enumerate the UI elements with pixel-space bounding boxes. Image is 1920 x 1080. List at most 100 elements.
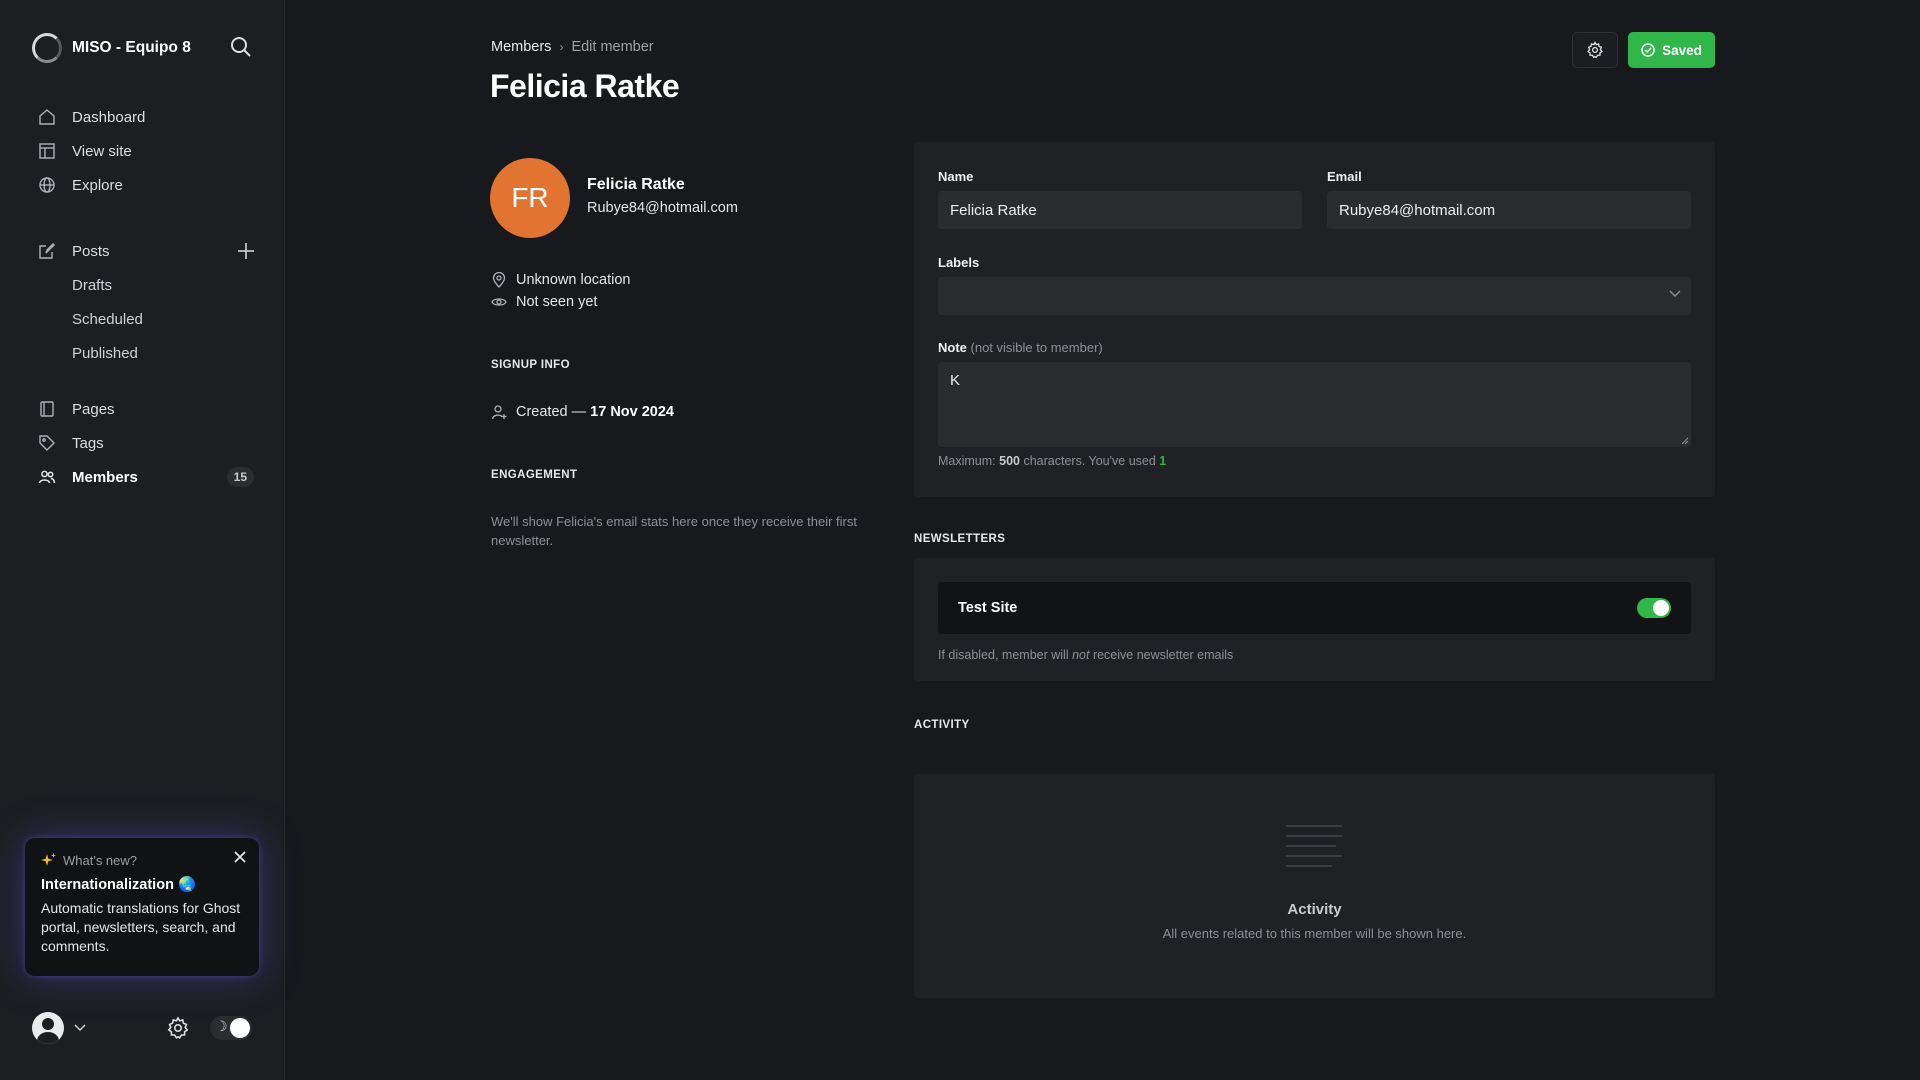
- site-title: MISO - Equipo 8: [72, 39, 191, 56]
- email-input[interactable]: Rubye84@hotmail.com: [1327, 191, 1691, 229]
- created-prefix: Created —: [516, 404, 591, 420]
- member-location-text: Unknown location: [516, 272, 631, 288]
- home-icon: [36, 106, 58, 128]
- engagement-text: We'll show Felicia's email stats here on…: [491, 514, 857, 548]
- nav-view-site-label: View site: [72, 142, 132, 160]
- new-post-plus-icon[interactable]: [236, 241, 256, 261]
- member-form-panel: Name Felicia Ratke Email Rubye84@hotmail…: [914, 142, 1715, 497]
- edit-icon: [36, 240, 58, 262]
- main-nav: Dashboard View site Explore Posts Drafts: [36, 100, 256, 494]
- chevron-right-icon: ›: [559, 40, 564, 54]
- note-label-muted: (not visible to member): [970, 340, 1103, 355]
- created-date: 17 Nov 2024: [590, 404, 674, 420]
- name-input[interactable]: Felicia Ratke: [938, 191, 1302, 229]
- nl-hint-prefix: If disabled, member will: [938, 648, 1073, 662]
- activity-heading: ACTIVITY: [914, 719, 970, 731]
- whats-new-title: Internationalization 🌏: [41, 877, 197, 893]
- sidebar: MISO - Equipo 8 Dashboard View site Expl…: [0, 0, 285, 1080]
- nav-dashboard-label: Dashboard: [72, 108, 146, 126]
- nav-members-label: Members: [72, 468, 138, 486]
- email-input-value: Rubye84@hotmail.com: [1339, 201, 1496, 219]
- newsletters-panel: Test Site If disabled, member will not r…: [914, 558, 1715, 681]
- nav-scheduled[interactable]: Scheduled: [36, 302, 256, 336]
- nav-view-site[interactable]: View site: [36, 134, 256, 168]
- site-logo-icon: [32, 33, 62, 63]
- whats-new-label: What's new?: [63, 852, 138, 868]
- member-settings-button[interactable]: [1572, 32, 1618, 68]
- note-textarea[interactable]: K: [938, 362, 1691, 447]
- breadcrumb-members-link[interactable]: Members: [491, 39, 551, 55]
- saved-label: Saved: [1662, 42, 1702, 58]
- gear-icon[interactable]: [166, 1016, 190, 1040]
- activity-panel: Activity All events related to this memb…: [914, 774, 1715, 998]
- nav-dashboard[interactable]: Dashboard: [36, 100, 256, 134]
- name-label: Name: [938, 169, 974, 184]
- members-count-badge: 15: [226, 467, 254, 487]
- nav-tags-label: Tags: [72, 434, 104, 452]
- activity-list-icon: [1286, 825, 1342, 867]
- check-circle-icon: [1641, 43, 1655, 57]
- newsletter-name: Test Site: [958, 600, 1018, 616]
- nav-pages-label: Pages: [72, 400, 115, 418]
- member-name: Felicia Ratke: [587, 176, 685, 193]
- nav-tags[interactable]: Tags: [36, 426, 256, 460]
- hint-max: 500: [999, 454, 1020, 468]
- labels-label: Labels: [938, 255, 980, 270]
- nav-explore[interactable]: Explore: [36, 168, 256, 202]
- search-icon[interactable]: [230, 36, 252, 58]
- nav-posts[interactable]: Posts: [36, 234, 256, 268]
- close-icon[interactable]: [233, 850, 247, 864]
- saved-button[interactable]: Saved: [1628, 32, 1715, 68]
- whats-new-card[interactable]: What's new? Internationalization 🌏 Autom…: [25, 838, 259, 976]
- member-avatar: FR: [490, 158, 570, 238]
- hint-mid: characters. You've used: [1019, 454, 1160, 468]
- hint-used: 1: [1159, 454, 1167, 468]
- labels-select[interactable]: [938, 277, 1691, 315]
- newsletters-heading: NEWSLETTERS: [914, 533, 1006, 545]
- gear-icon: [1587, 41, 1603, 59]
- chevron-down-icon[interactable]: [74, 1024, 86, 1032]
- engagement-heading: ENGAGEMENT: [491, 469, 578, 481]
- user-plus-icon: [491, 405, 507, 420]
- member-email: Rubye84@hotmail.com: [587, 200, 738, 216]
- note-label: Note (not visible to member): [938, 340, 1103, 355]
- nav-published-label: Published: [72, 344, 138, 362]
- chevron-down-icon: [1669, 290, 1681, 297]
- member-last-seen-text: Not seen yet: [516, 294, 598, 310]
- members-icon: [36, 466, 58, 488]
- nav-scheduled-label: Scheduled: [72, 310, 143, 328]
- nl-hint-suffix: receive newsletter emails: [1089, 648, 1234, 662]
- page-title: Felicia Ratke: [490, 68, 680, 104]
- sparkle-icon: [41, 853, 56, 866]
- newsletter-hint: If disabled, member will not receive new…: [938, 648, 1233, 662]
- nav-explore-label: Explore: [72, 176, 123, 194]
- activity-empty-subtitle: All events related to this member will b…: [1162, 926, 1467, 941]
- member-created: Created — 17 Nov 2024: [491, 404, 674, 420]
- nav-drafts[interactable]: Drafts: [36, 268, 256, 302]
- tag-icon: [36, 432, 58, 454]
- nav-published[interactable]: Published: [36, 336, 256, 370]
- whats-new-header: What's new?: [41, 852, 243, 868]
- user-avatar[interactable]: [32, 1012, 64, 1044]
- toggle-knob: [1653, 600, 1669, 616]
- note-char-hint: Maximum: 500 characters. You've used 1: [938, 454, 1166, 468]
- activity-empty-title: Activity: [1287, 901, 1342, 918]
- hint-prefix: Maximum:: [938, 454, 1000, 468]
- email-label: Email: [1327, 169, 1362, 184]
- breadcrumb: Members › Edit member: [491, 39, 654, 55]
- resize-handle-icon[interactable]: [1681, 437, 1689, 445]
- name-input-value: Felicia Ratke: [950, 201, 1037, 219]
- whats-new-body: Automatic translations for Ghost portal,…: [41, 900, 241, 954]
- site-brand[interactable]: MISO - Equipo 8: [32, 33, 191, 63]
- layout-icon: [36, 140, 58, 162]
- signup-info-heading: SIGNUP INFO: [491, 359, 570, 371]
- breadcrumb-current: Edit member: [571, 39, 654, 55]
- member-last-seen: Not seen yet: [491, 294, 597, 310]
- member-location: Unknown location: [491, 272, 630, 288]
- nav-pages[interactable]: Pages: [36, 392, 256, 426]
- nav-members[interactable]: Members 15: [36, 460, 256, 494]
- eye-icon: [491, 298, 507, 306]
- globe-icon: [36, 174, 58, 196]
- newsletter-subscription-toggle[interactable]: [1637, 598, 1671, 618]
- theme-toggle[interactable]: ☽: [210, 1016, 252, 1040]
